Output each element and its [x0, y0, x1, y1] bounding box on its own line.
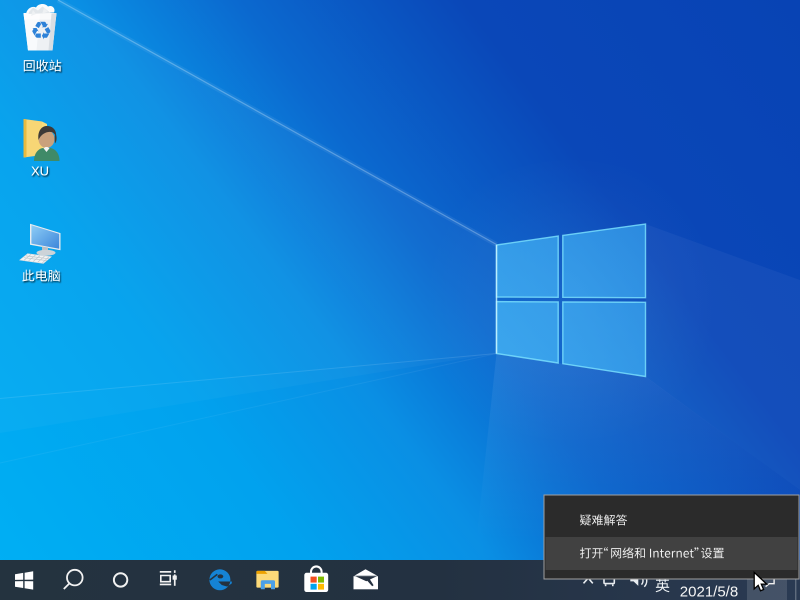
svg-text:XU: XU	[31, 164, 49, 179]
svg-text:2021/5/8: 2021/5/8	[680, 584, 738, 600]
